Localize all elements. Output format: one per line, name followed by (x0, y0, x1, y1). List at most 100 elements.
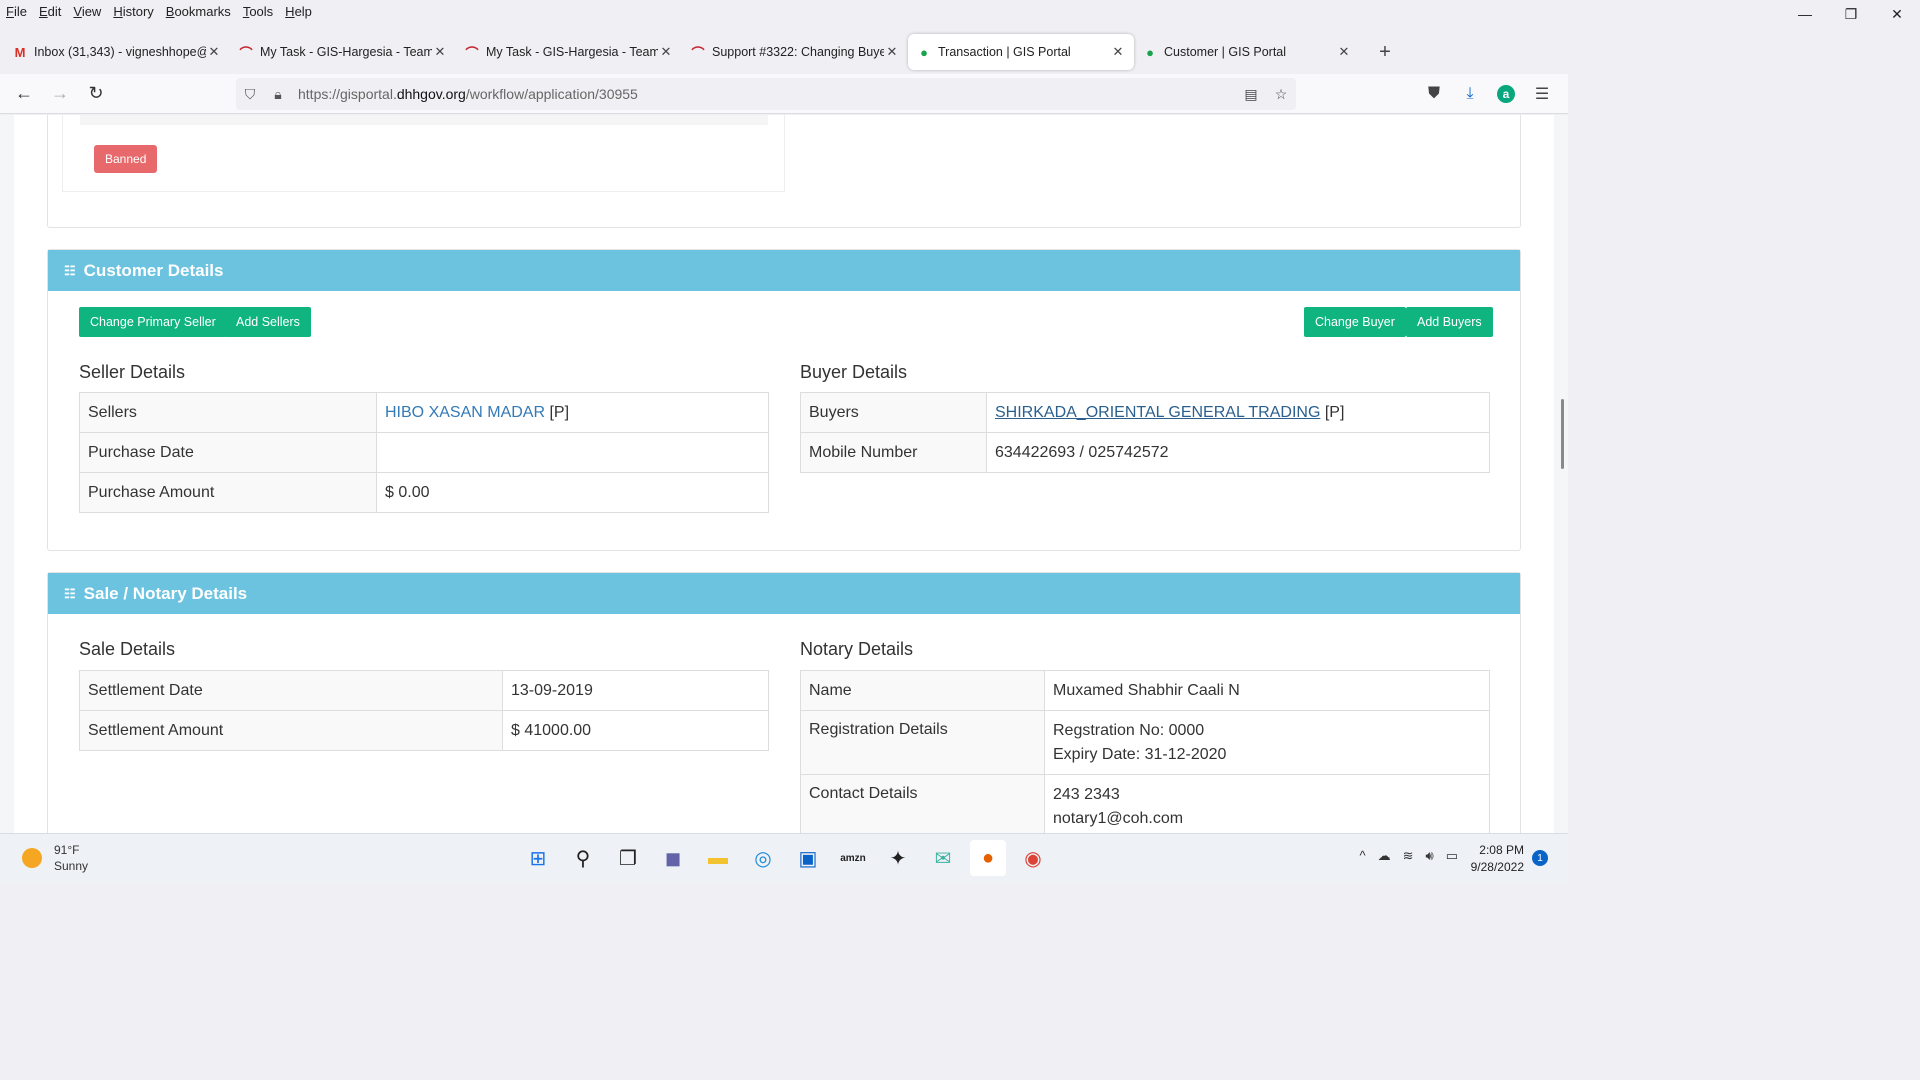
battery-icon[interactable]: ▭ (1446, 848, 1458, 864)
banned-badge[interactable]: Banned (94, 145, 158, 173)
search-icon[interactable]: ⚲ (565, 840, 601, 876)
teams-chat-icon[interactable]: ◼ (655, 840, 691, 876)
mobile-number-label: Mobile Number (800, 432, 987, 473)
chevron-up-icon[interactable]: ^ (1359, 848, 1365, 864)
page-scrollbar[interactable] (1554, 115, 1568, 833)
back-button[interactable]: ← (6, 78, 42, 110)
tab-gmail[interactable]: M Inbox (31,343) - vigneshhope@g ✕ (4, 34, 230, 70)
close-tab-icon[interactable]: ✕ (658, 44, 674, 60)
clock-time: 2:08 PM (1479, 843, 1524, 857)
list-icon: ☷ (64, 262, 76, 278)
purchase-date-value (376, 432, 769, 473)
download-icon[interactable]: ⤓ (1452, 78, 1488, 110)
task-view-icon[interactable]: ❐ (610, 840, 646, 876)
table-row: Settlement Date 13-09-2019 (79, 670, 769, 711)
table-row: Contact Details 243 2343 notary1@coh.com (800, 774, 1490, 833)
settlement-amount-label: Settlement Amount (79, 710, 503, 751)
menu-hamburger-icon[interactable]: ☰ (1524, 78, 1560, 110)
file-explorer-icon[interactable]: ▬ (700, 840, 736, 876)
tab-support[interactable]: ⌒ Support #3322: Changing Buyer ✕ (682, 34, 908, 70)
menu-bookmarks[interactable]: Bookmarks (166, 4, 231, 19)
store-icon[interactable]: ▣ (790, 840, 826, 876)
sale-details-title: Sale Details (79, 639, 176, 659)
reader-view-icon[interactable]: ▤ (1236, 86, 1266, 103)
taskbar: 91°F Sunny ⊞ ⚲ ❐ ◼ ▬ ◎ ▣ amzn ✦ ✉ ● ◉ ^ … (0, 833, 1568, 882)
registration-details-value: Regstration No: 0000 Expiry Date: 31-12-… (1044, 710, 1490, 775)
navigation-bar: ← → ↻ ⛉ 🔒︎ https://gisportal.dhhgov.org/… (0, 74, 1568, 114)
shield-icon[interactable]: ⛉ (236, 86, 264, 103)
scrollbar-thumb[interactable] (1561, 399, 1564, 469)
teams-icon: ⌒ (239, 45, 253, 61)
table-row: Purchase Date (79, 432, 769, 473)
amazon-icon[interactable]: amzn (835, 840, 871, 876)
purchase-date-label: Purchase Date (79, 432, 377, 473)
weather-widget[interactable]: 91°F Sunny (22, 842, 88, 874)
menu-file[interactable]: File (6, 4, 27, 19)
settlement-date-value: 13-09-2019 (502, 670, 769, 711)
minimize-button[interactable]: — (1782, 0, 1828, 28)
primary-tag: [P] (545, 403, 570, 421)
close-window-button[interactable]: ✕ (1874, 0, 1920, 28)
tab-teams-1[interactable]: ⌒ My Task - GIS-Hargesia - Teams ✕ (230, 34, 456, 70)
table-row: Mobile Number 634422693 / 025742572 (800, 432, 1490, 473)
address-bar[interactable]: ⛉ 🔒︎ https://gisportal.dhhgov.org/workfl… (236, 78, 1296, 110)
teams-icon: ⌒ (465, 45, 479, 61)
close-tab-icon[interactable]: ✕ (1110, 44, 1126, 60)
sun-icon (22, 848, 42, 868)
lock-icon[interactable]: 🔒︎ (264, 86, 292, 103)
menu-help[interactable]: Help (285, 4, 312, 19)
sale-notary-header: ☷ Sale / Notary Details (48, 573, 1520, 614)
menu-history[interactable]: History (113, 4, 153, 19)
menu-view[interactable]: View (73, 4, 101, 19)
new-tab-button[interactable]: + (1370, 37, 1400, 67)
seller-name-link[interactable]: HIBO XASAN MADAR (385, 404, 545, 421)
notification-badge[interactable]: 1 (1532, 850, 1548, 866)
restore-button[interactable]: ❐ (1828, 0, 1874, 28)
tab-customer[interactable]: ● Customer | GIS Portal ✕ (1134, 34, 1360, 70)
notary-name-label: Name (800, 670, 1045, 711)
change-buyer-button[interactable]: Change Buyer (1304, 307, 1406, 337)
wifi-icon[interactable]: ≋ (1403, 848, 1414, 864)
page-body: Banned ☷ Customer Details Change Primary… (14, 115, 1554, 833)
notary-details-title: Notary Details (800, 639, 914, 659)
url-text[interactable]: https://gisportal.dhhgov.org/workflow/ap… (298, 86, 638, 102)
forward-button[interactable]: → (42, 78, 78, 110)
system-tray: ^ ☁ ≋ 🔊︎ ▭ (1347, 848, 1458, 864)
buyer-name-link[interactable]: SHIRKADA_ORIENTAL GENERAL TRADING (995, 404, 1320, 421)
dropbox-icon[interactable]: ✦ (880, 840, 916, 876)
windows-start-icon[interactable]: ⊞ (520, 840, 556, 876)
close-tab-icon[interactable]: ✕ (432, 44, 448, 60)
onedrive-icon[interactable]: ☁ (1378, 848, 1391, 864)
account-avatar-icon[interactable]: a (1497, 85, 1515, 103)
close-tab-icon[interactable]: ✕ (206, 44, 222, 60)
close-tab-icon[interactable]: ✕ (1336, 44, 1352, 60)
tab-teams-2[interactable]: ⌒ My Task - GIS-Hargesia - Teams ✕ (456, 34, 682, 70)
change-primary-seller-button[interactable]: Change Primary Seller (79, 307, 227, 337)
sale-notary-title: Sale / Notary Details (83, 583, 248, 603)
table-row: Purchase Amount $ 0.00 (79, 472, 769, 513)
mobile-number-value: 634422693 / 025742572 (986, 432, 1490, 473)
reload-button[interactable]: ↻ (78, 78, 114, 110)
mail-app-icon[interactable]: ✉ (925, 840, 961, 876)
add-buyers-button[interactable]: Add Buyers (1406, 307, 1493, 337)
pocket-icon[interactable]: ⛊ (1416, 78, 1452, 110)
clock[interactable]: 2:08 PM 9/28/2022 (1471, 842, 1524, 876)
tab-transaction[interactable]: ● Transaction | GIS Portal ✕ (908, 34, 1134, 70)
chrome-icon[interactable]: ◉ (1015, 840, 1051, 876)
menu-edit[interactable]: Edit (39, 4, 61, 19)
edge-icon[interactable]: ◎ (745, 840, 781, 876)
previous-section-card: Banned (47, 115, 1521, 228)
firefox-icon[interactable]: ● (970, 840, 1006, 876)
bookmark-star-icon[interactable]: ☆ (1266, 86, 1296, 103)
add-sellers-button[interactable]: Add Sellers (225, 307, 311, 337)
table-row: Name Muxamed Shabhir Caali N (800, 670, 1490, 711)
buyers-label: Buyers (800, 392, 987, 433)
menu-tools[interactable]: Tools (243, 4, 273, 19)
status-row (80, 115, 768, 125)
tab-bar: M Inbox (31,343) - vigneshhope@g ✕ ⌒ My … (0, 32, 1568, 72)
buyer-details-title: Buyer Details (800, 362, 908, 382)
volume-icon[interactable]: 🔊︎ (1426, 848, 1434, 864)
close-tab-icon[interactable]: ✕ (884, 44, 900, 60)
tab-title: My Task - GIS-Hargesia - Teams (486, 45, 658, 59)
notary-name-value: Muxamed Shabhir Caali N (1044, 670, 1490, 711)
